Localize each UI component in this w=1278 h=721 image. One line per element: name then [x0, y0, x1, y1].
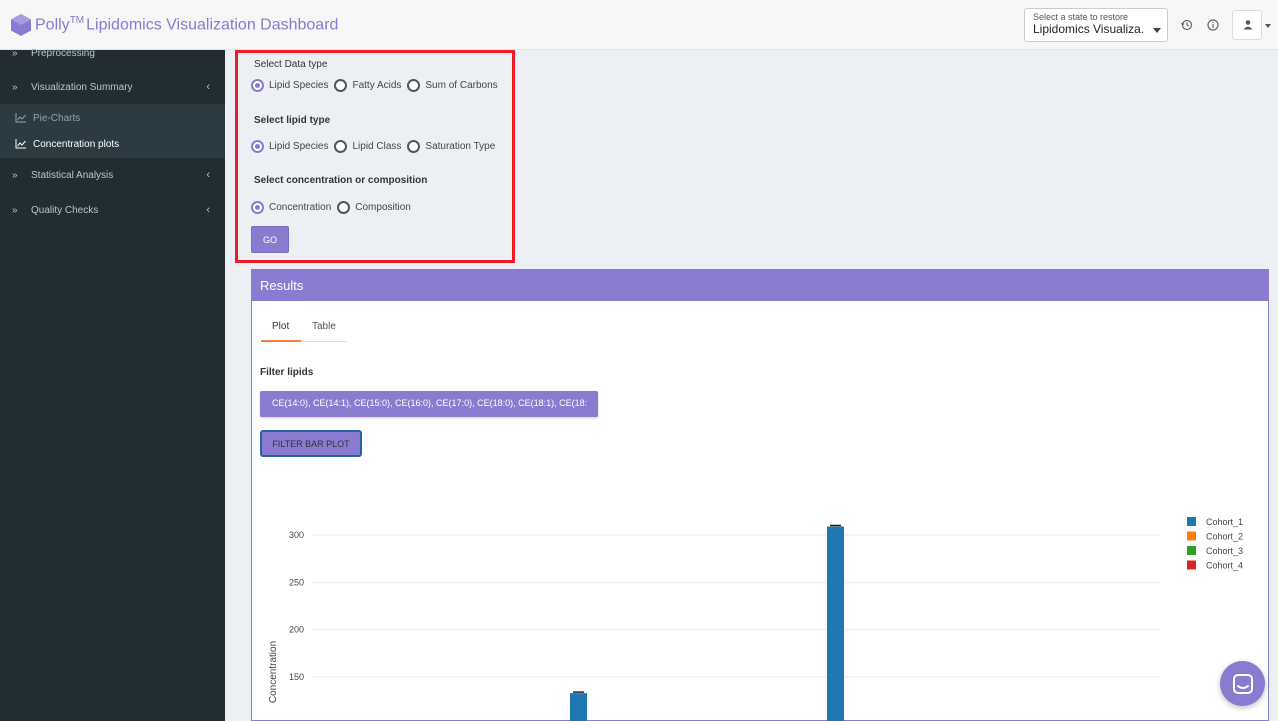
- concentration-title: Select concentration or composition: [254, 175, 428, 186]
- data-type-title: Select Data type: [254, 59, 328, 70]
- y-tick-label: 150: [289, 672, 304, 682]
- legend-swatch[interactable]: [1187, 531, 1196, 541]
- filter-lipids-title: Filter lipids: [260, 367, 314, 378]
- legend-label[interactable]: Cohort_1: [1206, 517, 1243, 527]
- selection-panel-highlight: Select Data type Lipid Species Fatty Aci…: [235, 50, 515, 263]
- sidebar-item-preprocessing[interactable]: » Preprocessing: [0, 38, 225, 68]
- concentration-radio-group: Concentration Composition: [251, 201, 417, 214]
- legend-swatch[interactable]: [1187, 546, 1196, 555]
- user-icon: [1243, 20, 1253, 30]
- sidebar-item-label: Quality Checks: [31, 204, 99, 216]
- tab-table[interactable]: Table: [312, 321, 336, 332]
- sidebar-subitem-label: Pie-Charts: [33, 112, 81, 124]
- y-tick-label: 300: [289, 530, 304, 540]
- chevron-left-icon: ‹: [206, 81, 210, 93]
- legend-swatch[interactable]: [1187, 517, 1196, 526]
- user-caret-icon[interactable]: [1265, 24, 1271, 28]
- legend-swatch[interactable]: [1187, 560, 1196, 570]
- double-chevron-right-icon: »: [12, 204, 18, 216]
- user-menu-button[interactable]: [1232, 10, 1262, 40]
- filter-bar-plot-button[interactable]: FILTER BAR PLOT: [260, 430, 362, 457]
- history-icon[interactable]: [1180, 18, 1194, 32]
- double-chevron-right-icon: »: [12, 169, 18, 181]
- results-panel: Results Plot Table Filter lipids CE(14:0…: [251, 269, 1269, 721]
- lipid-type-radio-group: Lipid Species Lipid Class Saturation Typ…: [251, 140, 501, 153]
- sidebar: » Preprocessing » Visualization Summary …: [0, 48, 225, 721]
- radio-concentration[interactable]: Concentration: [251, 201, 331, 214]
- radio-sum-of-carbons[interactable]: Sum of Carbons: [407, 79, 498, 92]
- chat-icon: [1232, 673, 1253, 694]
- sidebar-subitem-pie-charts[interactable]: Pie-Charts: [0, 106, 225, 130]
- state-restore-select[interactable]: Select a state to restore Lipidomics Vis…: [1024, 8, 1168, 42]
- chat-launcher-button[interactable]: [1220, 661, 1265, 706]
- radio-lipid-class[interactable]: Lipid Class: [334, 140, 401, 153]
- sidebar-item-visualization-summary[interactable]: » Visualization Summary ‹: [0, 72, 225, 102]
- sidebar-item-statistical-analysis[interactable]: » Statistical Analysis ‹: [0, 160, 225, 190]
- filter-lipids-select[interactable]: CE(14:0), CE(14:1), CE(15:0), CE(16:0), …: [260, 391, 598, 417]
- results-title: Results: [252, 270, 1268, 301]
- bar[interactable]: [570, 693, 587, 721]
- tab-plot[interactable]: Plot: [272, 321, 289, 332]
- info-icon[interactable]: [1206, 18, 1220, 32]
- caret-down-icon: [1153, 28, 1161, 33]
- line-chart-icon: [15, 139, 26, 149]
- app-title: PollyTM Lipidomics Visualization Dashboar…: [35, 15, 339, 34]
- active-tab-indicator: [261, 340, 301, 342]
- legend-label[interactable]: Cohort_4: [1206, 561, 1243, 571]
- legend-label[interactable]: Cohort_2: [1206, 532, 1243, 542]
- lipid-type-title: Select lipid type: [254, 115, 331, 126]
- y-tick-label: 250: [289, 577, 304, 587]
- results-tabs: Plot Table: [261, 316, 347, 342]
- sidebar-item-label: Statistical Analysis: [31, 169, 114, 181]
- radio-lipid-species-type[interactable]: Lipid Species: [251, 140, 328, 153]
- legend-label[interactable]: Cohort_3: [1206, 546, 1243, 556]
- y-axis-label: Concentration: [268, 641, 279, 703]
- state-restore-label: Select a state to restore: [1033, 12, 1129, 22]
- visualization-submenu: Pie-Charts Concentration plots: [0, 104, 225, 158]
- chevron-left-icon: ‹: [206, 204, 210, 216]
- radio-saturation-type[interactable]: Saturation Type: [407, 140, 495, 153]
- sidebar-item-quality-checks[interactable]: » Quality Checks ‹: [0, 195, 225, 225]
- concentration-bar-chart: 100150200250300ConcentrationCohort_1Coho…: [268, 517, 1243, 721]
- data-type-radio-group: Lipid Species Fatty Acids Sum of Carbons: [251, 79, 504, 92]
- state-restore-value: Lipidomics Visualiza...: [1033, 22, 1145, 36]
- sidebar-item-label: Visualization Summary: [31, 81, 133, 93]
- radio-composition[interactable]: Composition: [337, 201, 411, 214]
- double-chevron-right-icon: »: [12, 47, 18, 59]
- radio-lipid-species[interactable]: Lipid Species: [251, 79, 328, 92]
- double-chevron-right-icon: »: [12, 81, 18, 93]
- sidebar-item-label: Preprocessing: [31, 47, 95, 59]
- polly-logo-icon: [11, 14, 31, 36]
- bar[interactable]: [827, 526, 844, 721]
- line-chart-icon: [15, 113, 26, 123]
- chevron-left-icon: ‹: [206, 169, 210, 181]
- sidebar-subitem-concentration-plots[interactable]: Concentration plots: [0, 132, 225, 156]
- y-tick-label: 200: [289, 625, 304, 635]
- logo: PollyTM Lipidomics Visualization Dashboar…: [10, 13, 338, 37]
- go-button[interactable]: GO: [251, 226, 289, 253]
- radio-fatty-acids[interactable]: Fatty Acids: [334, 79, 401, 92]
- sidebar-subitem-label: Concentration plots: [33, 138, 120, 150]
